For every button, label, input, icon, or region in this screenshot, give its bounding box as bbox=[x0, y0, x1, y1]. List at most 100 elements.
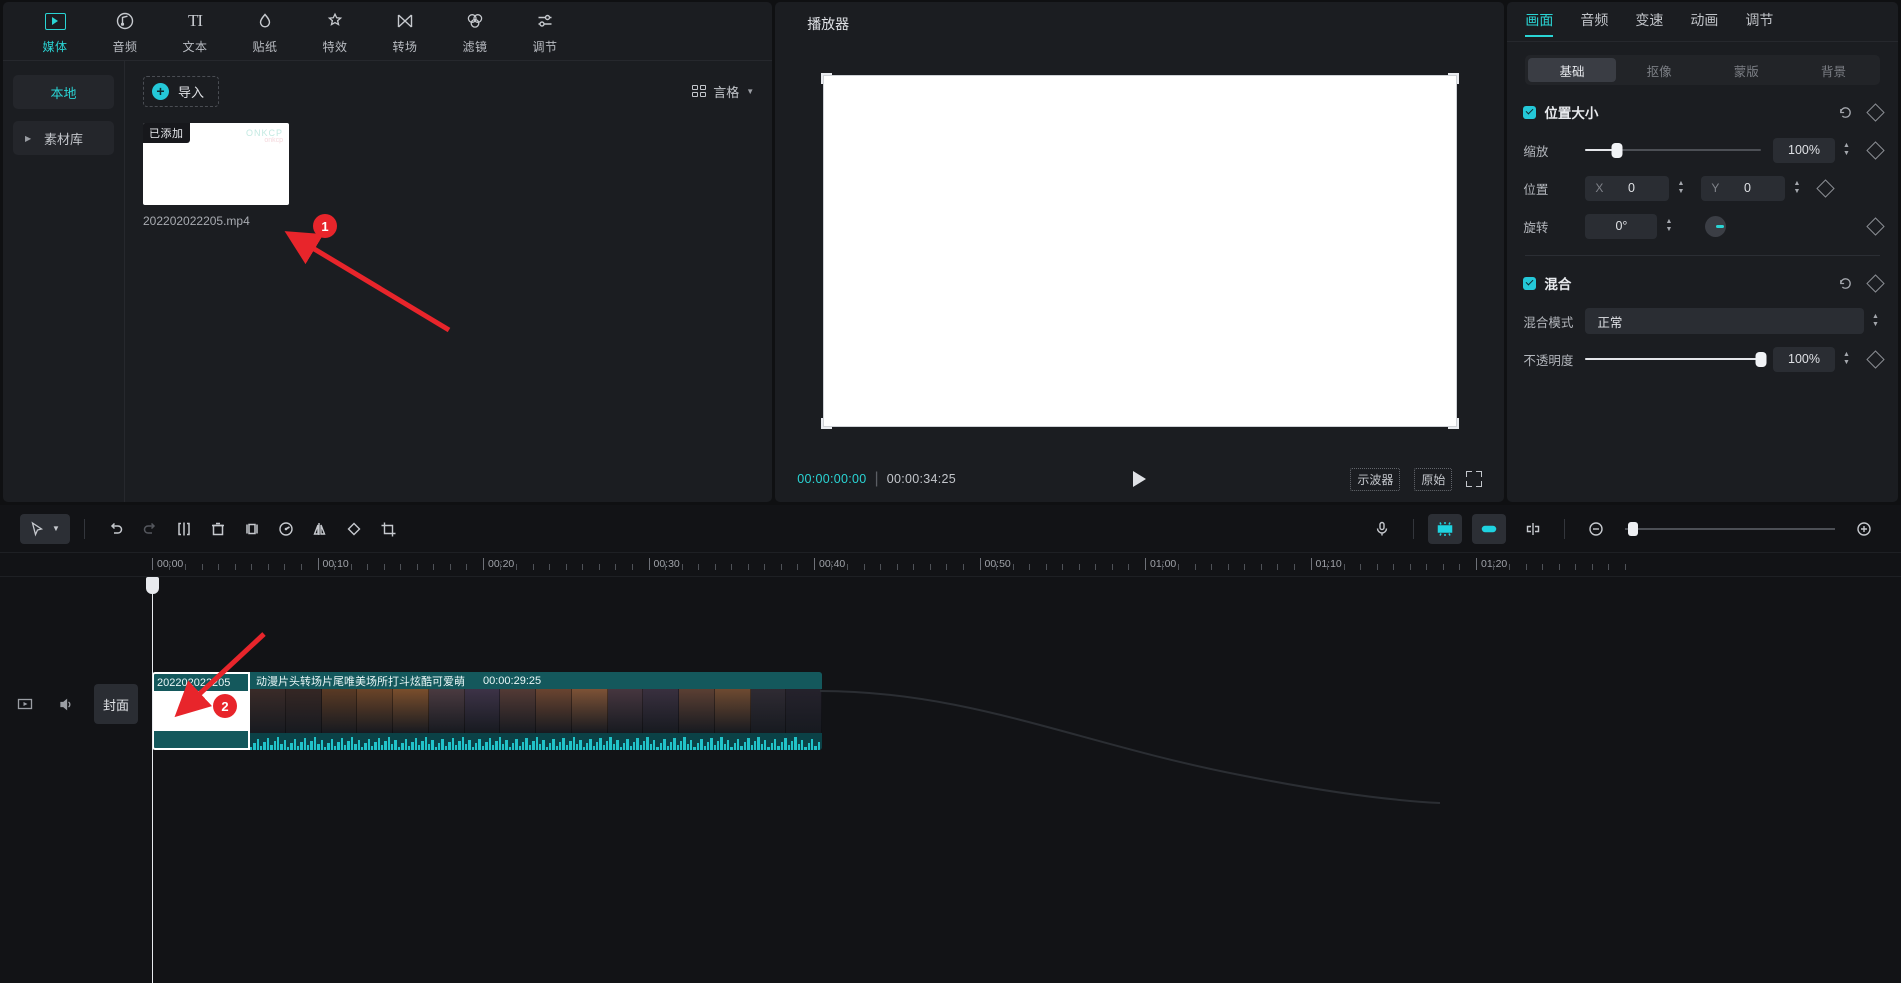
timeline-ruler[interactable]: 00:00 00:10 00:20 00:30 00:40 00:50 01:00 01:10… bbox=[0, 553, 1901, 577]
category-tab-transition[interactable]: 转场 bbox=[371, 2, 439, 55]
tab-audio[interactable]: 音频 bbox=[1580, 10, 1608, 33]
waveform-bar bbox=[784, 738, 787, 750]
subtab-chromakey[interactable]: 抠像 bbox=[1616, 58, 1703, 82]
resize-handle-bottom-left[interactable] bbox=[820, 418, 832, 429]
waveform-bar bbox=[639, 745, 643, 750]
category-tab-filter[interactable]: 滤镜 bbox=[441, 2, 509, 55]
redo-button[interactable] bbox=[133, 514, 167, 544]
split-button[interactable] bbox=[167, 514, 201, 544]
zoom-slider[interactable] bbox=[1625, 521, 1835, 536]
video-clip[interactable]: 动漫片头转场片尾唯美场所打斗炫酷可爱萌 00:00:29:25 bbox=[250, 672, 822, 750]
select-tool[interactable]: ▼ bbox=[20, 513, 70, 544]
play-button[interactable] bbox=[1127, 466, 1153, 492]
undo-button[interactable] bbox=[99, 514, 133, 544]
scope-button[interactable]: 示波器 bbox=[1350, 467, 1401, 491]
delete-button[interactable] bbox=[201, 514, 235, 544]
resize-handle-top-right[interactable] bbox=[1447, 73, 1459, 84]
category-tab-audio[interactable]: 音频 bbox=[91, 2, 159, 55]
split-view-button[interactable] bbox=[1516, 514, 1550, 544]
snap-toggle[interactable] bbox=[1428, 513, 1462, 544]
fullscreen-icon[interactable] bbox=[1466, 471, 1483, 487]
rotate-stepper[interactable]: ▲ ▼ bbox=[1662, 218, 1675, 233]
subtab-basic[interactable]: 基础 bbox=[1528, 58, 1616, 82]
freeze-frame-button[interactable] bbox=[235, 514, 269, 544]
reset-icon[interactable] bbox=[1838, 276, 1853, 291]
position-keyframe-icon[interactable] bbox=[1816, 178, 1836, 198]
sidebar-item-local[interactable]: 本地 bbox=[13, 75, 114, 109]
waveform-bar bbox=[552, 739, 555, 750]
keyframe-icon[interactable] bbox=[1866, 273, 1885, 293]
keyframe-icon[interactable] bbox=[1866, 102, 1885, 122]
scale-value[interactable]: 100% bbox=[1773, 137, 1836, 163]
view-mode-selector[interactable]: 言格 ▼ bbox=[692, 82, 754, 101]
original-button[interactable]: 原始 bbox=[1414, 467, 1453, 491]
audio-mute-icon[interactable] bbox=[54, 693, 76, 715]
waveform-bar bbox=[538, 744, 542, 750]
tab-animation[interactable]: 动画 bbox=[1690, 10, 1718, 33]
subtab-mask[interactable]: 蒙版 bbox=[1703, 58, 1790, 82]
preview-canvas[interactable] bbox=[822, 75, 1457, 427]
toolbar-divider bbox=[1564, 518, 1565, 539]
category-tab-text[interactable]: TI 文本 bbox=[161, 2, 229, 55]
scale-keyframe-icon[interactable] bbox=[1866, 140, 1885, 160]
blend-checkbox[interactable] bbox=[1523, 276, 1537, 290]
opacity-keyframe-icon[interactable] bbox=[1866, 349, 1885, 369]
ruler-tick bbox=[1492, 564, 1494, 570]
sidebar-item-library[interactable]: ▶ 素材库 bbox=[13, 121, 114, 155]
blend-mode-select[interactable]: 正常 bbox=[1585, 308, 1865, 334]
ruler-tick-major bbox=[648, 558, 650, 570]
opacity-slider[interactable] bbox=[1585, 351, 1767, 367]
playhead-handle[interactable] bbox=[146, 577, 159, 594]
position-x-stepper[interactable]: ▲ ▼ bbox=[1674, 180, 1687, 195]
category-tab-adjust[interactable]: 调节 bbox=[511, 2, 579, 55]
position-y-stepper[interactable]: ▲ ▼ bbox=[1790, 180, 1803, 195]
zoom-out-button[interactable] bbox=[1579, 514, 1613, 544]
resize-handle-bottom-right[interactable] bbox=[1447, 418, 1459, 429]
zoom-in-button[interactable] bbox=[1847, 514, 1881, 544]
crop-button[interactable] bbox=[371, 514, 405, 544]
sidebar-item-label: 本地 bbox=[50, 85, 77, 101]
speed-button[interactable] bbox=[269, 514, 303, 544]
opacity-stepper[interactable]: ▲ ▼ bbox=[1840, 351, 1853, 366]
import-button[interactable]: + 导入 bbox=[143, 75, 220, 107]
rotate-value[interactable]: 0° bbox=[1585, 213, 1658, 239]
cover-button[interactable]: 封面 bbox=[94, 684, 138, 724]
waveform-bar bbox=[690, 740, 693, 750]
scale-stepper[interactable]: ▲ ▼ bbox=[1840, 142, 1853, 157]
ruler-tick bbox=[334, 564, 336, 570]
rotate-button[interactable] bbox=[337, 514, 371, 544]
video-track-icon[interactable] bbox=[14, 693, 36, 715]
rotate-dial[interactable] bbox=[1705, 215, 1727, 237]
category-tab-sticker[interactable]: 贴纸 bbox=[231, 2, 299, 55]
current-timecode: 00:00:00:00 bbox=[797, 472, 867, 486]
position-x-field[interactable]: X 0 bbox=[1585, 175, 1670, 201]
blend-mode-stepper[interactable]: ▲ ▼ bbox=[1869, 313, 1882, 328]
mirror-button[interactable] bbox=[303, 514, 337, 544]
scale-slider[interactable] bbox=[1585, 142, 1762, 158]
microphone-button[interactable] bbox=[1365, 514, 1399, 544]
media-thumbnail[interactable]: 已添加 ONKCP onkcp bbox=[143, 123, 289, 205]
tab-speed[interactable]: 变速 bbox=[1635, 10, 1663, 33]
tab-adjust[interactable]: 调节 bbox=[1745, 10, 1773, 33]
clip-thumbnail-frame bbox=[250, 689, 286, 733]
rotate-row: 旋转 0° ▲ ▼ bbox=[1523, 207, 1885, 245]
tab-picture[interactable]: 画面 bbox=[1525, 10, 1554, 37]
section-divider bbox=[1525, 255, 1881, 256]
rotate-keyframe-icon[interactable] bbox=[1866, 216, 1885, 236]
position-size-checkbox[interactable] bbox=[1523, 105, 1537, 119]
waveform-bar bbox=[727, 740, 730, 750]
media-item[interactable]: 已添加 ONKCP onkcp 202202022205.mp4 bbox=[143, 123, 289, 228]
waveform-bar bbox=[693, 747, 696, 750]
category-tab-effects[interactable]: 特效 bbox=[301, 2, 369, 55]
playhead[interactable] bbox=[146, 577, 159, 983]
waveform-bar bbox=[451, 738, 454, 750]
resize-handle-top-left[interactable] bbox=[820, 73, 832, 84]
position-y-field[interactable]: Y 0 bbox=[1701, 175, 1786, 201]
reset-icon[interactable] bbox=[1838, 105, 1853, 120]
subtab-background[interactable]: 背景 bbox=[1790, 58, 1877, 82]
category-tab-media[interactable]: 媒体 bbox=[21, 2, 89, 55]
opacity-value[interactable]: 100% bbox=[1773, 346, 1836, 372]
link-toggle[interactable] bbox=[1472, 513, 1506, 544]
ruler-tick bbox=[1343, 564, 1345, 570]
waveform-bar bbox=[391, 744, 394, 750]
